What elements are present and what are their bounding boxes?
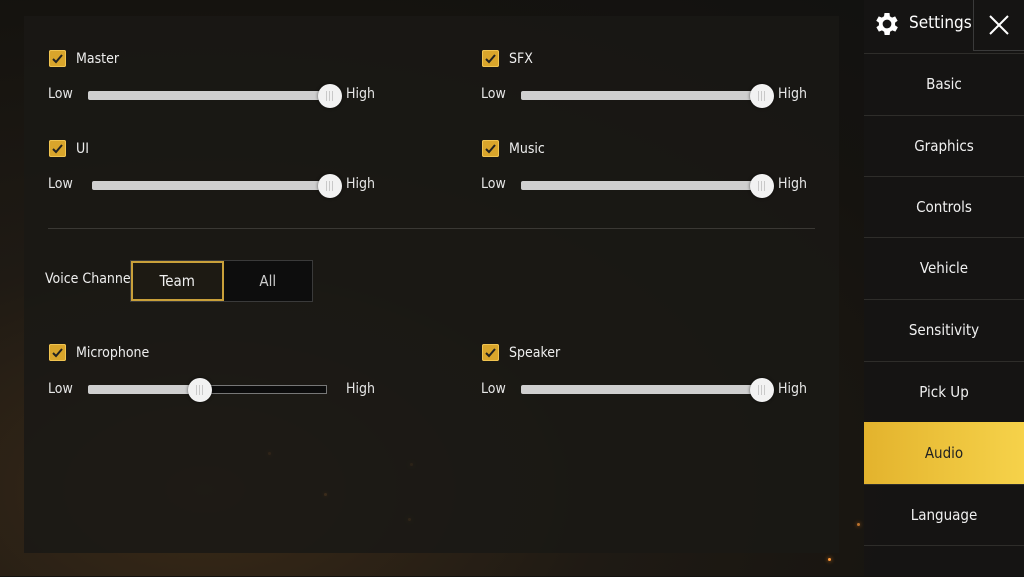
ui-row: UI (49, 140, 89, 157)
music-checkbox[interactable] (482, 140, 499, 157)
sidebar-item-audio[interactable]: Audio (864, 422, 1024, 484)
music-label: Music (509, 140, 545, 157)
sfx-row: SFX (482, 50, 533, 67)
ui-high-label: High (346, 176, 375, 192)
voice-option-team[interactable]: Team (131, 261, 224, 301)
ui-low-label: Low (48, 176, 73, 192)
master-row: Master (49, 50, 119, 67)
microphone-slider-remaining (200, 385, 327, 394)
sfx-slider-thumb[interactable] (750, 83, 774, 108)
spark-decoration (828, 558, 831, 561)
microphone-slider-thumb[interactable] (188, 377, 213, 402)
ui-checkbox[interactable] (49, 140, 66, 157)
music-high-label: High (778, 176, 807, 192)
sidebar-item-basic[interactable]: Basic (864, 53, 1024, 114)
microphone-label: Microphone (76, 344, 150, 361)
speaker-label: Speaker (509, 344, 561, 361)
speaker-row: Speaker (482, 344, 560, 361)
ui-slider-thumb[interactable] (318, 173, 342, 198)
master-label: Master (76, 50, 120, 67)
master-low-label: Low (48, 86, 73, 102)
sfx-slider[interactable] (521, 83, 774, 108)
microphone-checkbox[interactable] (49, 344, 66, 361)
sidebar-item-controls[interactable]: Controls (864, 176, 1024, 237)
speaker-slider[interactable] (521, 377, 774, 402)
sidebar-item-sensitivity[interactable]: Sensitivity (864, 299, 1024, 360)
gear-icon (876, 13, 898, 35)
music-low-label: Low (481, 176, 506, 192)
sfx-label: SFX (509, 50, 533, 67)
microphone-slider[interactable] (88, 377, 327, 402)
close-button[interactable] (973, 0, 1024, 51)
ui-label: UI (76, 140, 89, 157)
sfx-low-label: Low (481, 86, 506, 102)
close-icon (989, 15, 1009, 35)
music-row: Music (482, 140, 545, 157)
sidebar-item-language[interactable]: Language (864, 484, 1024, 545)
speaker-high-label: High (778, 381, 807, 397)
sidebar-item-empty (864, 545, 1024, 577)
voice-channel-selector: Team All (130, 260, 313, 302)
spark-decoration (857, 523, 860, 526)
settings-title: Settings (909, 13, 972, 33)
ui-slider[interactable] (92, 173, 342, 198)
microphone-high-label: High (346, 381, 375, 397)
speaker-slider-thumb[interactable] (750, 377, 774, 402)
voice-channel-label: Voice Channel (45, 271, 135, 287)
speaker-checkbox[interactable] (482, 344, 499, 361)
section-divider (48, 228, 815, 229)
speaker-low-label: Low (481, 381, 506, 397)
sidebar-item-vehicle[interactable]: Vehicle (864, 237, 1024, 298)
sfx-checkbox[interactable] (482, 50, 499, 67)
sidebar-item-graphics[interactable]: Graphics (864, 115, 1024, 176)
master-checkbox[interactable] (49, 50, 66, 67)
voice-option-all[interactable]: All (224, 261, 313, 301)
music-slider[interactable] (521, 173, 774, 198)
sidebar-item-pick-up[interactable]: Pick Up (864, 361, 1024, 422)
music-slider-thumb[interactable] (750, 173, 774, 198)
master-slider[interactable] (88, 83, 342, 108)
master-slider-thumb[interactable] (318, 83, 342, 108)
microphone-low-label: Low (48, 381, 73, 397)
master-high-label: High (346, 86, 375, 102)
microphone-row: Microphone (49, 344, 149, 361)
sfx-high-label: High (778, 86, 807, 102)
